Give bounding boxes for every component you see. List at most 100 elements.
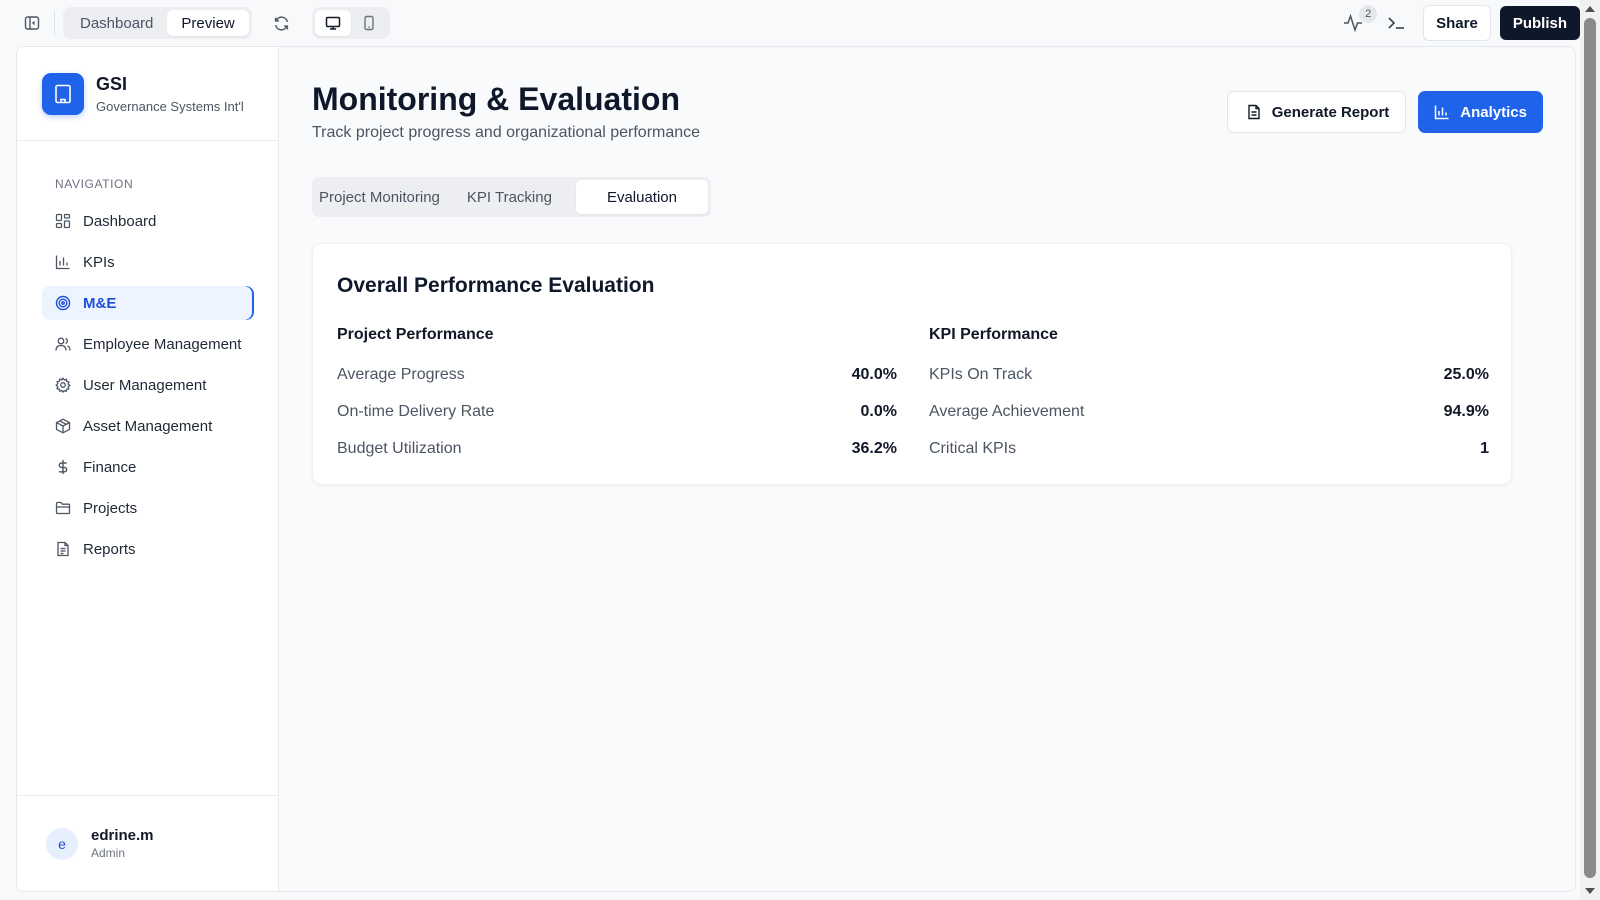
metric-list: KPIs On Track 25.0% Average Achievement … <box>929 356 1489 467</box>
sidebar-item-label: Asset Management <box>83 417 213 435</box>
brand-header: GSI Governance Systems Int'l <box>17 47 278 141</box>
analytics-label: Analytics <box>1460 103 1527 121</box>
main-content: Monitoring & Evaluation Track project pr… <box>279 47 1575 891</box>
metric-row: On-time Delivery Rate 0.0% <box>337 393 897 430</box>
building-icon <box>42 72 84 115</box>
publish-button[interactable]: Publish <box>1499 6 1580 40</box>
sidebar-item-dashboard[interactable]: Dashboard <box>42 204 254 238</box>
device-toggle <box>311 7 390 39</box>
metric-value: 25.0% <box>1443 365 1489 383</box>
avatar: e <box>46 827 78 860</box>
sidebar-item-label: Reports <box>83 540 136 558</box>
user-meta: edrine.m Admin <box>91 827 154 860</box>
monitor-icon[interactable] <box>314 10 351 36</box>
activity-button[interactable]: 2 <box>1337 5 1378 39</box>
project-performance-section: Project Performance Average Progress 40.… <box>337 326 897 467</box>
metric-value: 1 <box>1480 439 1489 457</box>
metric-value: 40.0% <box>851 365 897 383</box>
scrollbar-thumb[interactable] <box>1584 18 1596 878</box>
page-subtitle: Track project progress and organizationa… <box>312 124 701 141</box>
tab-preview-view[interactable]: Preview <box>167 10 249 36</box>
analytics-button[interactable]: Analytics <box>1418 91 1543 133</box>
sidebar-item-label: M&E <box>83 294 117 312</box>
toolbar-divider <box>54 10 55 36</box>
brand-name: GSI <box>96 73 128 94</box>
evaluation-card: Overall Performance Evaluation Project P… <box>312 243 1512 485</box>
user-name: edrine.m <box>91 827 154 844</box>
metric-value: 36.2% <box>851 439 897 457</box>
header-actions: Generate Report Analytics <box>1226 91 1543 133</box>
sidebar-item-label: User Management <box>83 376 207 394</box>
metric-row: Budget Utilization 36.2% <box>337 430 897 467</box>
metric-value: 94.9% <box>1443 402 1489 420</box>
generate-report-label: Generate Report <box>1271 103 1390 121</box>
bar-chart-icon <box>54 253 72 271</box>
me-tabs: Project Monitoring KPI Tracking Evaluati… <box>312 177 711 217</box>
user-role: Admin <box>91 846 126 860</box>
generate-report-button[interactable]: Generate Report <box>1226 91 1407 133</box>
metric-label: Average Achievement <box>929 402 1085 420</box>
metric-label: On-time Delivery Rate <box>337 402 495 420</box>
sidebar-item-asset-management[interactable]: Asset Management <box>42 409 254 443</box>
scroll-up-arrow[interactable] <box>1585 6 1595 12</box>
sidebar-item-reports[interactable]: Reports <box>42 532 254 566</box>
panel-left-icon[interactable] <box>16 7 48 39</box>
metric-list: Average Progress 40.0% On-time Delivery … <box>337 356 897 467</box>
metric-label: Budget Utilization <box>337 439 462 457</box>
app-frame: GSI Governance Systems Int'l NAVIGATION … <box>16 46 1576 892</box>
brand-subtitle: Governance Systems Int'l <box>96 98 244 114</box>
sidebar-item-label: Finance <box>83 458 137 476</box>
smartphone-icon[interactable] <box>351 10 387 36</box>
sidebar-item-label: Employee Management <box>83 335 242 353</box>
sidebar-item-kpis[interactable]: KPIs <box>42 245 254 279</box>
bar-chart-icon <box>1434 104 1450 120</box>
card-title: Overall Performance Evaluation <box>337 274 655 297</box>
view-mode-toggle: Dashboard Preview <box>63 7 252 39</box>
sidebar-item-finance[interactable]: Finance <box>42 450 254 484</box>
sidebar-nav: Dashboard KPIs M&E Employee Management U… <box>17 204 278 566</box>
grid-icon <box>54 212 72 230</box>
scroll-down-arrow[interactable] <box>1585 888 1595 894</box>
metric-label: Average Progress <box>337 365 465 383</box>
gear-icon <box>54 376 72 394</box>
metric-label: KPIs On Track <box>929 365 1033 383</box>
refresh-icon[interactable] <box>266 7 298 39</box>
sidebar-item-label: KPIs <box>83 253 115 271</box>
tab-dashboard-view[interactable]: Dashboard <box>66 10 167 36</box>
brand-text: GSI Governance Systems Int'l <box>96 74 244 114</box>
folder-icon <box>54 499 72 517</box>
page-title: Monitoring & Evaluation <box>312 81 680 117</box>
page-scrollbar[interactable] <box>1580 0 1600 900</box>
dollar-icon <box>54 458 72 476</box>
users-icon <box>54 335 72 353</box>
sidebar-item-label: Dashboard <box>83 212 157 230</box>
nav-heading: NAVIGATION <box>55 177 134 191</box>
top-toolbar: Dashboard Preview 2 Share Publish <box>0 0 1580 46</box>
tab-evaluation[interactable]: Evaluation <box>575 180 708 214</box>
file-text-icon <box>1246 104 1262 120</box>
sidebar-item-user-management[interactable]: User Management <box>42 368 254 402</box>
user-profile[interactable]: e edrine.m Admin <box>17 795 278 891</box>
file-text-icon <box>54 540 72 558</box>
sidebar-item-employee-management[interactable]: Employee Management <box>42 327 254 361</box>
activity-badge: 2 <box>1359 5 1378 23</box>
section-title: KPI Performance <box>929 326 1058 343</box>
toolbar-right: 2 Share Publish <box>1337 0 1580 46</box>
terminal-icon[interactable] <box>1381 7 1413 39</box>
sidebar: GSI Governance Systems Int'l NAVIGATION … <box>17 47 279 891</box>
share-button[interactable]: Share <box>1423 5 1491 41</box>
metric-value: 0.0% <box>860 402 897 420</box>
tab-project-monitoring[interactable]: Project Monitoring <box>315 180 454 214</box>
metric-row: Critical KPIs 1 <box>929 430 1489 467</box>
metric-row: KPIs On Track 25.0% <box>929 356 1489 393</box>
kpi-performance-section: KPI Performance KPIs On Track 25.0% Aver… <box>929 326 1489 467</box>
target-icon <box>54 294 72 312</box>
toolbar-left: Dashboard Preview <box>0 0 390 46</box>
sidebar-item-projects[interactable]: Projects <box>42 491 254 525</box>
metric-row: Average Achievement 94.9% <box>929 393 1489 430</box>
metric-label: Critical KPIs <box>929 439 1017 457</box>
sidebar-item-me[interactable]: M&E <box>42 286 254 320</box>
package-icon <box>54 417 72 435</box>
sidebar-item-label: Projects <box>83 499 138 517</box>
tab-kpi-tracking[interactable]: KPI Tracking <box>454 180 576 214</box>
